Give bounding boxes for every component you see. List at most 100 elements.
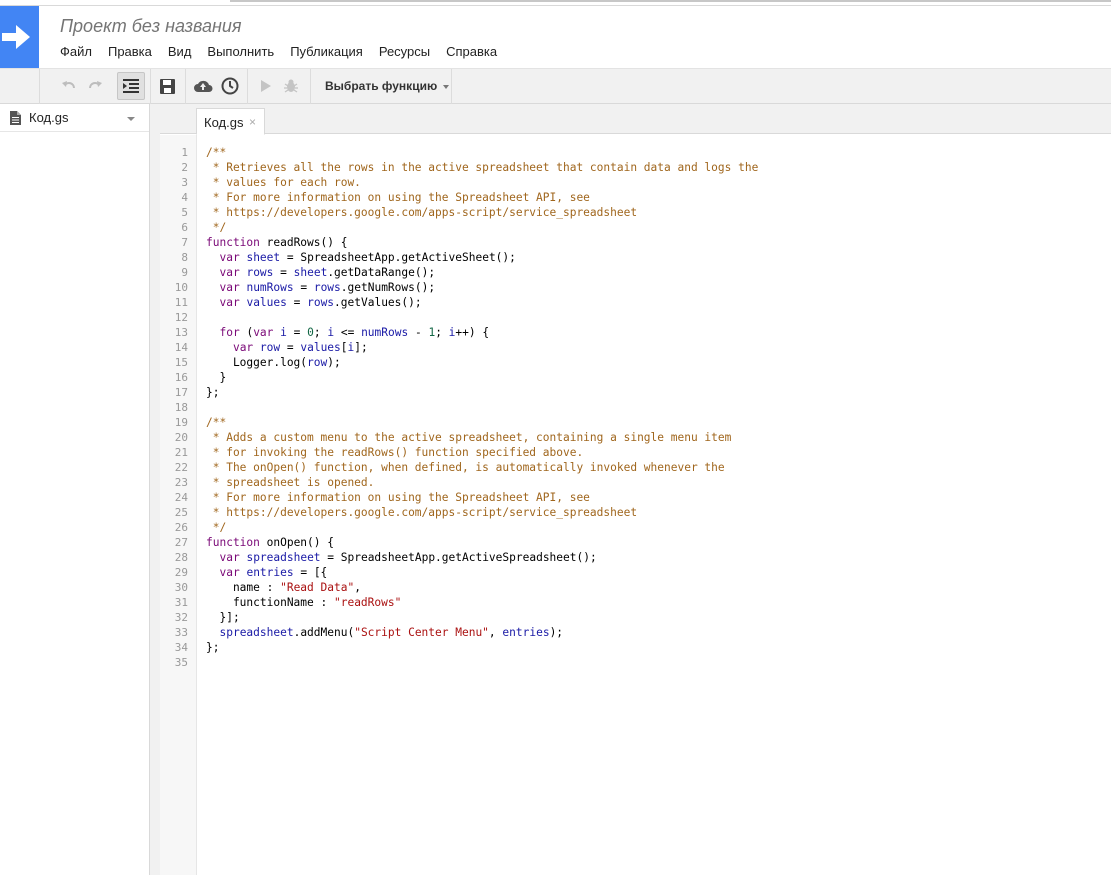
line-number: 8 bbox=[181, 251, 188, 264]
redo-button[interactable] bbox=[84, 72, 106, 100]
code-token: ++) { bbox=[455, 326, 490, 339]
close-icon[interactable]: × bbox=[249, 115, 256, 129]
line-number: 34 bbox=[174, 641, 188, 654]
apps-script-logo[interactable] bbox=[0, 6, 39, 68]
run-button[interactable] bbox=[256, 72, 276, 100]
indent-button[interactable] bbox=[117, 72, 145, 100]
code-token: entries bbox=[502, 626, 550, 639]
code-token: * values for each row. bbox=[206, 176, 361, 189]
code-token: ; bbox=[435, 326, 449, 339]
code-token: "readRows" bbox=[333, 596, 402, 609]
tab-code-gs[interactable]: Код.gs × bbox=[196, 108, 265, 135]
sidebar-file-item[interactable]: Код.gs bbox=[0, 104, 149, 132]
code-line: * https://developers.google.com/apps-scr… bbox=[206, 205, 758, 220]
code-line: */ bbox=[206, 220, 758, 235]
play-icon bbox=[261, 80, 271, 92]
pane-divider[interactable] bbox=[150, 104, 160, 875]
tab-label: Код.gs bbox=[204, 115, 244, 130]
code-line: * spreadsheet is opened. bbox=[206, 475, 758, 490]
code-token: ; bbox=[313, 326, 328, 339]
line-number: 22 bbox=[174, 461, 188, 474]
clock-icon bbox=[221, 77, 239, 95]
code-token: onOpen() { bbox=[259, 536, 334, 549]
code-token: var bbox=[219, 296, 240, 309]
toolbar-separator bbox=[185, 69, 186, 104]
line-number: 12 bbox=[174, 311, 188, 324]
line-number: 6 bbox=[181, 221, 188, 234]
toolbar-separator bbox=[150, 69, 151, 104]
line-number: 15 bbox=[174, 356, 188, 369]
code-line: * values for each row. bbox=[206, 175, 758, 190]
code-line: Logger.log(row); bbox=[206, 355, 758, 370]
undo-button[interactable] bbox=[58, 72, 80, 100]
code-line: * Adds a custom menu to the active sprea… bbox=[206, 430, 758, 445]
code-token: * For more information on using the Spre… bbox=[206, 491, 590, 504]
code-token: var bbox=[253, 326, 274, 339]
triggers-button[interactable] bbox=[219, 72, 241, 100]
code-line: * The onOpen() function, when defined, i… bbox=[206, 460, 758, 475]
menu-edit[interactable]: Правка bbox=[100, 44, 160, 62]
code-token: numRows bbox=[361, 326, 409, 339]
line-number: 32 bbox=[174, 611, 188, 624]
debug-button[interactable] bbox=[281, 72, 301, 100]
code-token: var bbox=[219, 251, 240, 264]
code-token: 0 bbox=[307, 326, 314, 339]
menu-run[interactable]: Выполнить bbox=[199, 44, 282, 62]
code-token: , bbox=[488, 626, 503, 639]
code-token: * https://developers.google.com/apps-scr… bbox=[206, 206, 638, 219]
code-editor[interactable]: Код.gs × 1 2 3 4 5 6 7 8 9 10 11 12 13 14 15 16 17 18 19 20… bbox=[160, 104, 1111, 875]
save-button[interactable] bbox=[156, 72, 178, 100]
code-token: rows bbox=[313, 281, 341, 294]
menu-publish[interactable]: Публикация bbox=[282, 44, 371, 62]
line-number: 35 bbox=[174, 656, 188, 669]
line-number: 27 bbox=[174, 536, 188, 549]
toolbar: Выбрать функцию bbox=[0, 68, 1111, 104]
line-number: 25 bbox=[174, 506, 188, 519]
code-token: = bbox=[293, 281, 314, 294]
line-number: 17 bbox=[174, 386, 188, 399]
code-token: values bbox=[300, 341, 341, 354]
code-token: spreadsheet bbox=[219, 626, 294, 639]
code-content[interactable]: /** * Retrieves all the rows in the acti… bbox=[206, 145, 758, 670]
chevron-down-icon[interactable] bbox=[127, 117, 135, 121]
menu-file[interactable]: Файл bbox=[52, 44, 100, 62]
function-select-label: Выбрать функцию bbox=[325, 79, 438, 93]
code-line: function onOpen() { bbox=[206, 535, 758, 550]
code-token: ( bbox=[239, 326, 254, 339]
menu-help[interactable]: Справка bbox=[438, 44, 505, 62]
code-token: numRows bbox=[246, 281, 294, 294]
code-token: } bbox=[206, 371, 227, 384]
code-line: */ bbox=[206, 520, 758, 535]
code-line: } bbox=[206, 370, 758, 385]
code-token: * spreadsheet is opened. bbox=[206, 476, 375, 489]
function-select[interactable]: Выбрать функцию bbox=[325, 79, 450, 93]
top-strip-segment bbox=[230, 0, 1111, 2]
code-token: = bbox=[280, 341, 301, 354]
line-number: 14 bbox=[174, 341, 188, 354]
line-number: 30 bbox=[174, 581, 188, 594]
file-sidebar: Код.gs bbox=[0, 104, 150, 875]
app-header: Проект без названия Файл Правка Вид Выпо… bbox=[0, 6, 1111, 68]
project-title[interactable]: Проект без названия bbox=[60, 16, 242, 37]
code-token: entries bbox=[246, 566, 294, 579]
deploy-button[interactable] bbox=[192, 72, 214, 100]
line-number-gutter: 1 2 3 4 5 6 7 8 9 10 11 12 13 14 15 16 17 18 19 20 21 22 23 24 2… bbox=[160, 135, 197, 875]
line-number: 24 bbox=[174, 491, 188, 504]
menu-view[interactable]: Вид bbox=[160, 44, 200, 62]
code-token: }; bbox=[206, 386, 220, 399]
code-line: function readRows() { bbox=[206, 235, 758, 250]
menu-resources[interactable]: Ресурсы bbox=[371, 44, 438, 62]
code-token: [ bbox=[340, 341, 348, 354]
code-token: * Adds a custom menu to the active sprea… bbox=[206, 431, 732, 444]
code-token: ); bbox=[549, 626, 564, 639]
code-line: * For more information on using the Spre… bbox=[206, 490, 758, 505]
line-number: 2 bbox=[181, 161, 188, 174]
code-line: var spreadsheet = SpreadsheetApp.getActi… bbox=[206, 550, 758, 565]
code-token: = SpreadsheetApp.getActiveSpreadsheet(); bbox=[320, 551, 597, 564]
code-token: }]; bbox=[206, 611, 240, 624]
code-token: Logger.log( bbox=[206, 356, 308, 369]
